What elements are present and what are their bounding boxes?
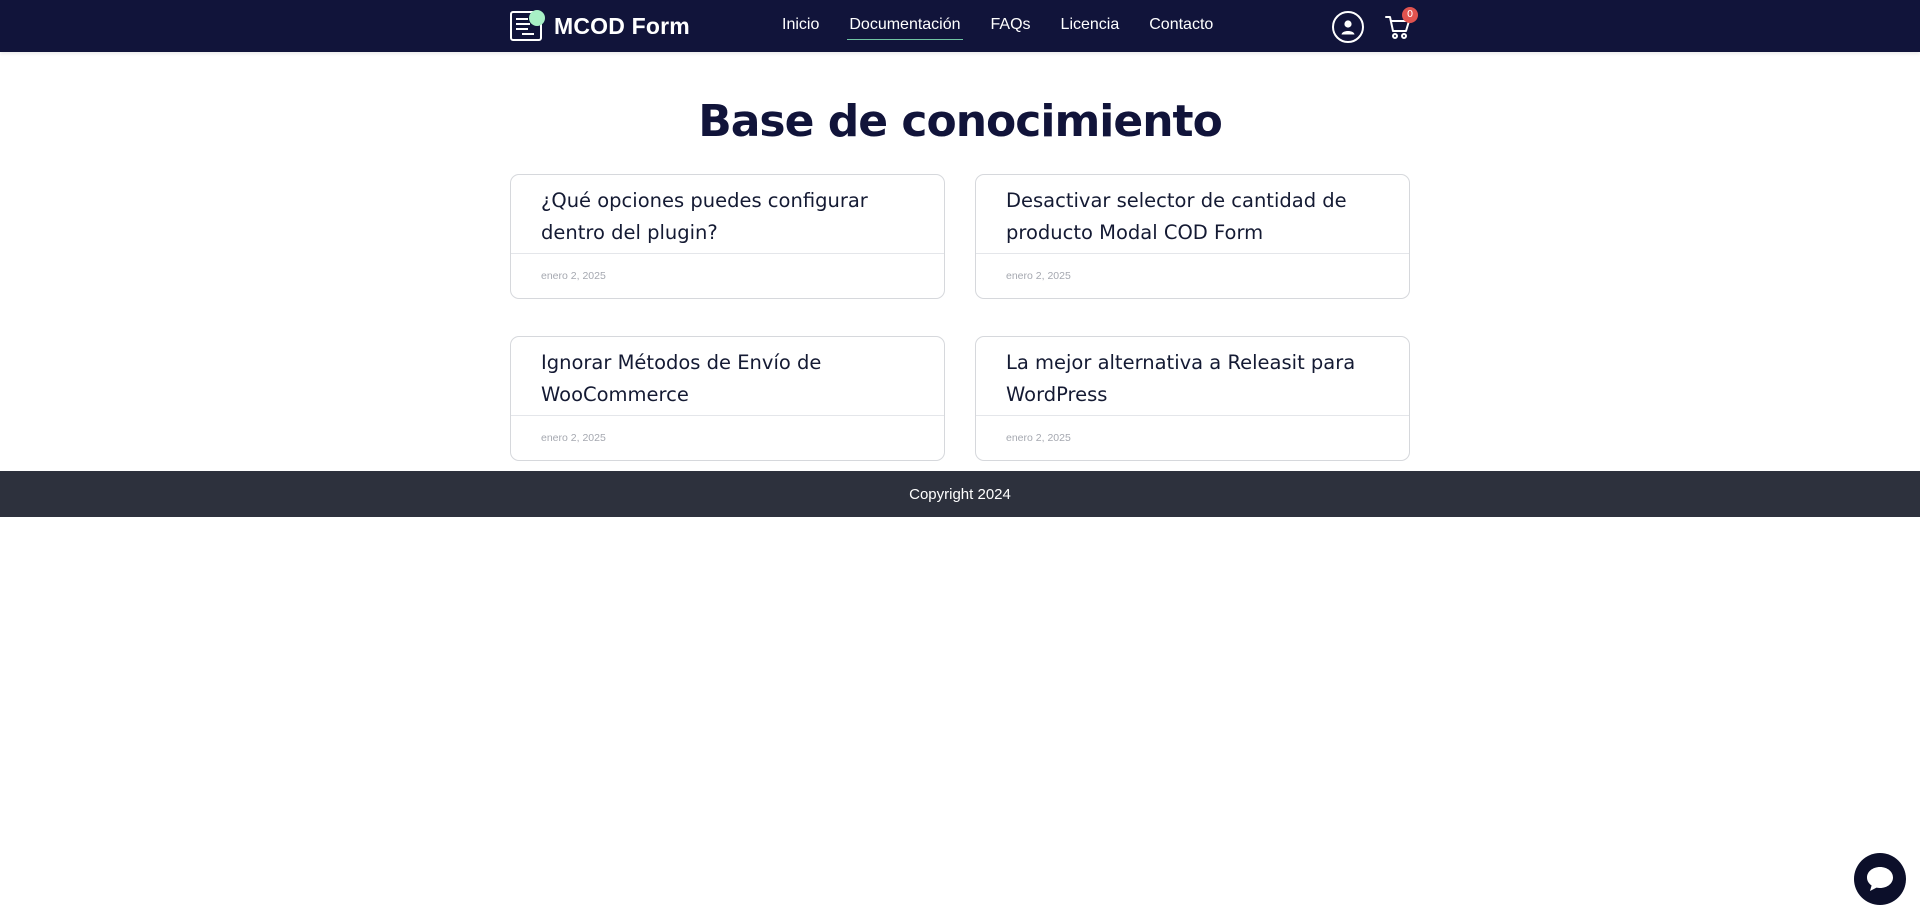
article-card[interactable]: Desactivar selector de cantidad de produ… [975, 174, 1410, 299]
card-divider [976, 415, 1409, 416]
nav-item-inicio[interactable]: Inicio [780, 12, 821, 40]
nav-item-contacto[interactable]: Contacto [1147, 12, 1215, 40]
card-divider [511, 415, 944, 416]
article-card[interactable]: La mejor alternativa a Releasit para Wor… [975, 336, 1410, 461]
article-date: enero 2, 2025 [1006, 432, 1071, 444]
site-footer: Copyright 2024 [0, 471, 1920, 517]
nav-item-faqs[interactable]: FAQs [989, 12, 1033, 40]
article-date: enero 2, 2025 [541, 432, 606, 444]
article-title[interactable]: ¿Qué opciones puedes configurar dentro d… [541, 185, 921, 249]
account-button[interactable] [1332, 11, 1364, 43]
card-divider [976, 253, 1409, 254]
article-card[interactable]: ¿Qué opciones puedes configurar dentro d… [510, 174, 945, 299]
article-card[interactable]: Ignorar Métodos de Envío de WooCommerce … [510, 336, 945, 461]
chat-bubble-icon [1867, 867, 1893, 891]
copyright-text: Copyright 2024 [909, 485, 1011, 503]
site-header: MCOD Form Inicio Documentación FAQs Lice… [0, 0, 1920, 52]
chat-button[interactable] [1854, 853, 1906, 905]
cart-count-badge: 0 [1402, 7, 1418, 23]
logo-text: MCOD Form [554, 12, 690, 39]
main-nav: Inicio Documentación FAQs Licencia Conta… [780, 0, 1241, 52]
logo-link[interactable]: MCOD Form [510, 10, 690, 42]
nav-item-licencia[interactable]: Licencia [1059, 12, 1122, 40]
article-title[interactable]: Desactivar selector de cantidad de produ… [1006, 185, 1386, 249]
article-title[interactable]: Ignorar Métodos de Envío de WooCommerce [541, 347, 921, 411]
nav-item-documentacion[interactable]: Documentación [847, 12, 963, 40]
card-divider [511, 253, 944, 254]
form-document-icon [510, 10, 546, 42]
page-title: Base de conocimiento [698, 96, 1223, 147]
header-inner: MCOD Form Inicio Documentación FAQs Lice… [510, 0, 1418, 52]
article-date: enero 2, 2025 [541, 270, 606, 282]
user-circle-icon [1341, 20, 1355, 35]
article-date: enero 2, 2025 [1006, 270, 1071, 282]
article-title[interactable]: La mejor alternativa a Releasit para Wor… [1006, 347, 1386, 411]
